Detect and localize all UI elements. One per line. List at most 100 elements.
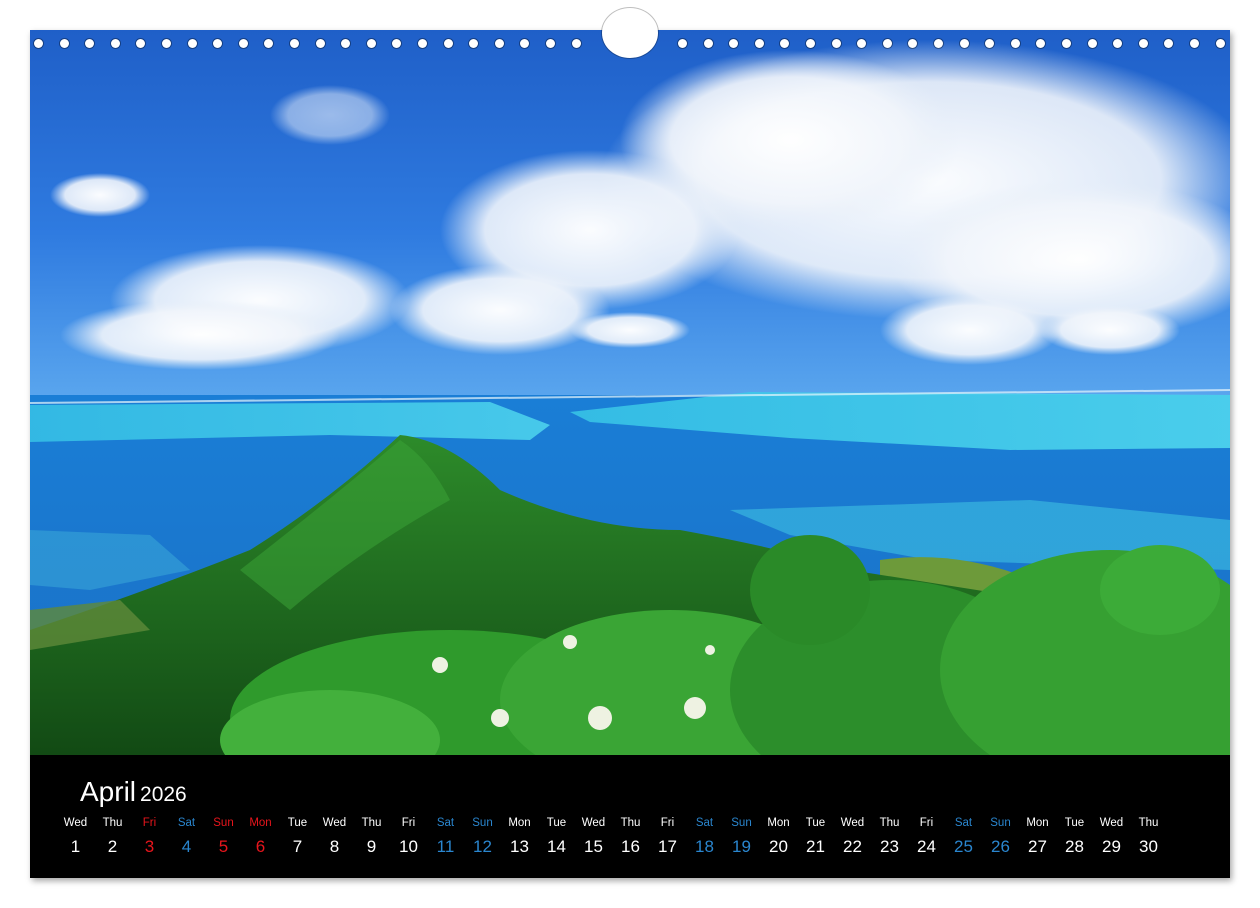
day-number: 3: [144, 837, 155, 856]
weekday-label: Tue: [1064, 817, 1085, 829]
day-number: 20: [769, 837, 788, 856]
weekday-label: Thu: [879, 817, 900, 829]
landscape-photo: [30, 30, 1230, 755]
day-cell: Sat 18: [686, 815, 723, 859]
weekday-label: Thu: [1138, 817, 1159, 829]
day-cell: Mon 27: [1019, 815, 1056, 859]
binding-ring: [315, 39, 325, 48]
day-number: 11: [436, 837, 455, 856]
day-cell: Sat 25: [945, 815, 982, 859]
day-number: 24: [917, 837, 936, 856]
weekday-label: Sun: [213, 817, 234, 829]
weekday-label: Tue: [546, 817, 567, 829]
binding-ring: [341, 39, 351, 48]
binding-ring: [162, 39, 171, 48]
day-number: 21: [806, 837, 825, 856]
weekday-label: Sun: [990, 817, 1011, 829]
day-number: 12: [473, 837, 492, 856]
binding-ring: [1138, 39, 1148, 48]
day-cell: Fri 3: [131, 815, 168, 859]
binding-ring: [392, 39, 402, 48]
weekday-label: Mon: [1026, 817, 1049, 829]
weekday-label: Sat: [177, 817, 196, 829]
weekday-label: Sun: [472, 817, 493, 829]
day-number: 17: [658, 837, 677, 856]
day-cell: Fri 17: [649, 815, 686, 859]
weekday-label: Fri: [401, 817, 416, 829]
day-number: 28: [1065, 837, 1084, 856]
weekday-label: Sat: [695, 817, 714, 829]
day-row: Wed 1 Thu 2 Fri 3 Sat 4 Sun 5 Mon 6 Tue 7 Wed 8 Thu 9 Fri 1…: [64, 815, 1195, 865]
day-cell: Mon 20: [760, 815, 797, 859]
weekday-label: Thu: [102, 817, 123, 829]
binding-ring: [780, 39, 790, 48]
weekday-label: Sun: [731, 817, 752, 829]
day-number: 4: [181, 837, 192, 856]
weekday-label: Mon: [508, 817, 531, 829]
month-title: April 2026: [80, 776, 187, 808]
day-cell: Wed 15: [575, 815, 612, 859]
day-number: 13: [510, 837, 529, 856]
day-cell: Tue 14: [538, 815, 575, 859]
binding-ring: [546, 39, 555, 48]
binding-ring: [882, 39, 892, 48]
binding-ring: [520, 39, 530, 48]
day-number: 2: [107, 837, 118, 856]
day-number: 19: [732, 837, 751, 856]
day-cell: Sat 11: [427, 815, 464, 859]
month-year: 2026: [140, 783, 187, 806]
day-cell: Wed 8: [316, 815, 353, 859]
weekday-label: Fri: [660, 817, 675, 829]
binding-ring: [754, 39, 764, 48]
weekday-label: Sat: [954, 817, 973, 829]
weekday-label: Thu: [361, 817, 382, 829]
binding-ring: [469, 39, 479, 48]
binding-ring: [418, 39, 427, 48]
binding-ring: [908, 39, 918, 48]
binding-ring: [34, 39, 43, 48]
weekday-label: Wed: [581, 817, 606, 829]
binding-ring: [1010, 39, 1020, 48]
weekday-label: Mon: [249, 817, 272, 829]
day-number: 9: [366, 837, 377, 856]
day-cell: Mon 13: [501, 815, 538, 859]
day-number: 29: [1102, 837, 1121, 856]
binding-ring: [290, 39, 299, 48]
weekday-label: Fri: [919, 817, 934, 829]
weekday-label: Wed: [840, 817, 865, 829]
day-number: 27: [1028, 837, 1047, 856]
binding-ring: [1036, 39, 1046, 48]
binding-ring: [264, 39, 274, 48]
binding-ring: [857, 39, 867, 48]
day-cell: Thu 9: [353, 815, 390, 859]
binding-ring: [443, 39, 453, 48]
binding-ring: [59, 39, 69, 48]
weekday-label: Tue: [287, 817, 308, 829]
binding-ring: [1062, 39, 1071, 48]
binding-ring: [678, 39, 687, 48]
calendar-page: April 2026 Wed 1 Thu 2 Fri 3 Sat 4 Sun 5 Mon 6 Tue 7 We…: [30, 30, 1230, 878]
binding-ring: [85, 39, 95, 48]
day-cell: Sun 5: [205, 815, 242, 859]
weekday-label: Sat: [436, 817, 455, 829]
binding-ring: [366, 39, 376, 48]
binding-ring: [213, 39, 223, 48]
day-cell: Sun 26: [982, 815, 1019, 859]
binding-ring: [1087, 39, 1097, 48]
day-number: 16: [621, 837, 640, 856]
binding-ring: [494, 39, 504, 48]
weekday-label: Thu: [620, 817, 641, 829]
binding-ring: [1113, 39, 1123, 48]
day-number: 26: [991, 837, 1010, 856]
day-cell: Fri 10: [390, 815, 427, 859]
day-number: 5: [218, 837, 229, 856]
day-cell: Mon 6: [242, 815, 279, 859]
spiral-binding: [30, 8, 1230, 58]
day-number: 30: [1139, 837, 1158, 856]
day-cell: Sun 12: [464, 815, 501, 859]
binding-ring: [1190, 39, 1199, 48]
day-cell: Sat 4: [168, 815, 205, 859]
day-cell: Tue 7: [279, 815, 316, 859]
binding-ring: [136, 39, 146, 48]
day-cell: Wed 1: [57, 815, 94, 859]
